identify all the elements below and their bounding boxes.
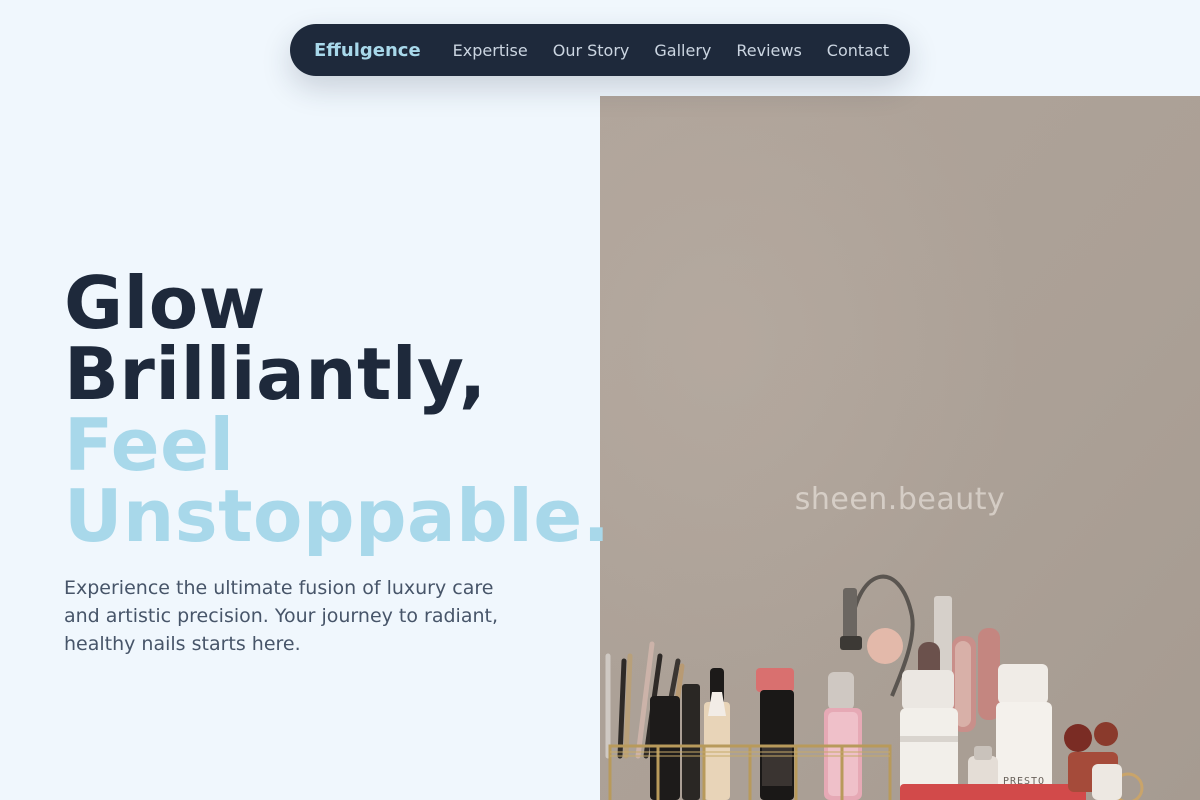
hero-section: Glow Brilliantly, Feel Unstoppable. Expe… [64,261,624,658]
headline-line-3: Feel [64,403,235,487]
nav-links: Expertise Our Story Gallery Reviews Cont… [453,41,889,60]
landing-page: Effulgence Expertise Our Story Gallery R… [0,0,1200,800]
headline-line-4: Unstoppable. [64,474,611,558]
brand-logo[interactable]: Effulgence [314,40,421,61]
nav-link-reviews[interactable]: Reviews [736,41,801,60]
nail-tools-photo-illustration: PRESTO [600,96,1200,800]
nav-link-expertise[interactable]: Expertise [453,41,528,60]
photo-watermark: sheen.beauty [794,482,1006,517]
nav-link-contact[interactable]: Contact [827,41,889,60]
headline-line-1: Glow [64,261,266,345]
hero-description: Experience the ultimate fusion of luxury… [64,577,498,655]
headline-line-2: Brilliantly, [64,332,487,416]
hero-headline: Glow Brilliantly, Feel Unstoppable. [64,261,624,558]
nav-link-gallery[interactable]: Gallery [654,41,711,60]
hero-image: PRESTO sheen.beauty [600,96,1200,800]
top-navigation: Effulgence Expertise Our Story Gallery R… [290,24,910,76]
nav-link-our-story[interactable]: Our Story [553,41,630,60]
